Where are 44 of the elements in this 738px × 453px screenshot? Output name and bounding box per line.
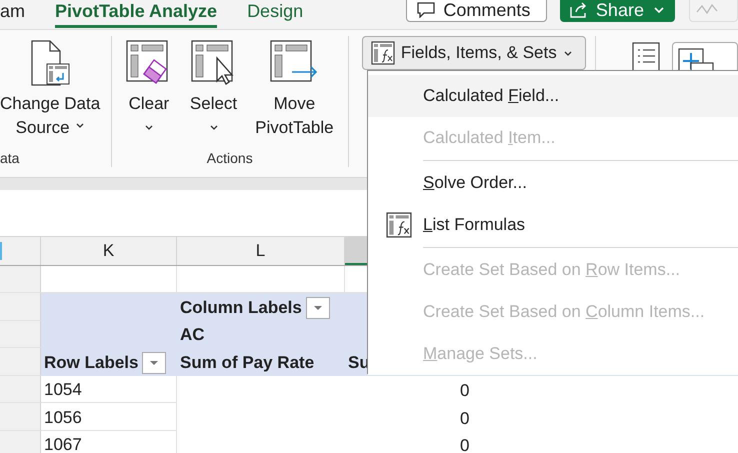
row-header[interactable]	[0, 293, 41, 320]
row-header[interactable]	[0, 348, 41, 376]
column-header[interactable]: K	[41, 237, 177, 264]
filter-dropdown[interactable]	[142, 352, 166, 374]
activity-button[interactable]	[689, 0, 738, 22]
row-label-cell[interactable]: 1056	[41, 403, 177, 430]
row-header[interactable]	[0, 320, 41, 348]
pivot-header-cell[interactable]: Column Labels	[177, 293, 345, 320]
pivot-header-cell[interactable]: AC	[177, 320, 345, 348]
caret-icon[interactable]	[653, 6, 666, 14]
ribbon-tab[interactable]: Design	[247, 0, 304, 28]
group-label: ata	[0, 149, 20, 167]
ribbon-tab[interactable]: am	[0, 0, 26, 28]
menu-item[interactable]: Calculated Field...	[368, 75, 738, 117]
filter-dropdown[interactable]	[306, 296, 330, 318]
row-header[interactable]	[0, 430, 41, 453]
row-header[interactable]	[0, 376, 41, 403]
row-header[interactable]	[0, 403, 41, 430]
select-all-corner[interactable]	[0, 237, 41, 264]
document-icon	[30, 40, 70, 86]
row-label-cell[interactable]: 1067	[41, 430, 177, 453]
pivot-header-cell[interactable]: Row Labels	[41, 348, 177, 376]
dropdown-arrow-icon	[149, 360, 160, 366]
formula-table-icon	[370, 41, 395, 65]
group-label: Actions	[206, 149, 253, 167]
formula-table-icon	[386, 212, 412, 238]
dropdown-arrow-icon	[312, 304, 323, 310]
share-button[interactable]: Share	[560, 0, 676, 22]
ribbon-button[interactable]: Change Data Source	[0, 36, 104, 149]
value-cell: 0	[460, 435, 470, 453]
comment-icon	[417, 2, 436, 18]
ribbon-button[interactable]: Select	[186, 36, 242, 149]
value-cell: 0	[460, 408, 470, 430]
activity-icon	[696, 3, 718, 15]
share-icon	[570, 2, 588, 18]
row-header[interactable]	[0, 266, 41, 293]
fields-items-sets-button[interactable]: Fields, Items, & Sets	[362, 36, 586, 70]
caret-icon	[562, 50, 573, 56]
value-cell: 0	[460, 380, 470, 402]
row-label-cell[interactable]: 1054	[41, 376, 177, 403]
ribbon-button[interactable]: Move PivotTable	[251, 36, 338, 149]
comments-button[interactable]: Comments	[406, 0, 547, 22]
pivot-header-cell[interactable]: Sum of Pay Rate	[177, 348, 345, 376]
ribbon-button[interactable]: Clear	[122, 36, 176, 149]
